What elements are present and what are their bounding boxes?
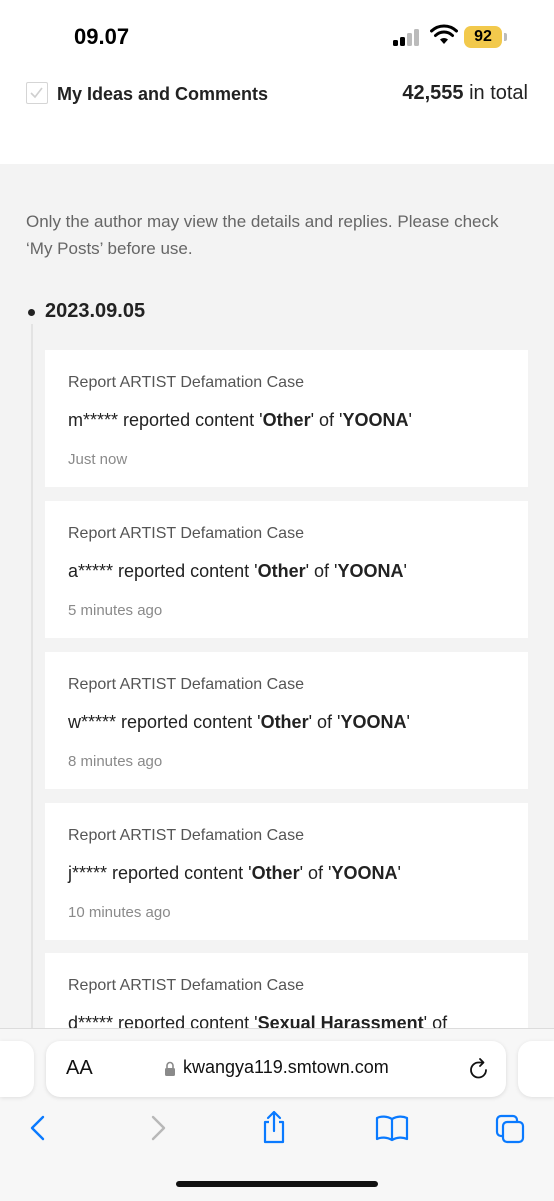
chevron-left-icon[interactable] [28, 1113, 48, 1143]
battery-level: 92 [464, 26, 502, 48]
item-time: 8 minutes ago [68, 753, 163, 770]
item-artist: YOONA [340, 712, 407, 732]
content-area[interactable]: Only the author may view the details and… [0, 164, 554, 1032]
url-text: kwangya119.smtown.com [183, 1057, 389, 1077]
item-user: j***** [68, 863, 108, 883]
home-indicator [176, 1181, 378, 1187]
item-category: Other [260, 712, 309, 732]
item-text-pre: reported content ' [113, 561, 258, 581]
item-category: Other [251, 863, 300, 883]
item-category: Other [262, 410, 311, 430]
reload-icon[interactable] [468, 1057, 490, 1081]
text-size-label: AA [66, 1057, 93, 1079]
section-header: My Ideas and Comments 42,555 in total [0, 72, 554, 164]
item-body: a***** reported content 'Other' of 'YOON… [68, 561, 407, 582]
item-user: m***** [68, 410, 119, 430]
lock-icon [165, 1061, 175, 1076]
select-checkbox[interactable] [26, 82, 48, 104]
section-title: My Ideas and Comments [57, 84, 269, 104]
item-text-mid: ' of ' [305, 561, 338, 581]
list-item[interactable]: Report ARTIST Defamation Case d***** rep… [45, 953, 528, 1032]
item-artist: YOONA [337, 561, 404, 581]
item-text-pre: reported content ' [116, 712, 261, 732]
status-time: 09.07 [74, 24, 130, 49]
item-title: Report ARTIST Defamation Case [68, 525, 304, 542]
item-title: Report ARTIST Defamation Case [68, 676, 304, 693]
item-text-post: ' [397, 863, 401, 883]
item-title: Report ARTIST Defamation Case [68, 827, 304, 844]
address-bar[interactable]: AA kwangya119.smtown.com [46, 1041, 506, 1097]
checkmark-icon [30, 87, 43, 99]
list-item[interactable]: Report ARTIST Defamation Case a***** rep… [45, 501, 528, 638]
status-bar: 09.07 92 [0, 0, 554, 72]
total-count-suffix: in total [463, 82, 528, 104]
wifi-icon [430, 24, 458, 44]
item-body: m***** reported content 'Other' of 'YOON… [68, 410, 412, 431]
item-text-mid: ' of ' [310, 410, 343, 430]
item-body: w***** reported content 'Other' of 'YOON… [68, 712, 410, 733]
book-icon[interactable] [374, 1113, 410, 1143]
item-text-mid: ' of ' [299, 863, 332, 883]
browser-toolbar [0, 1110, 554, 1153]
item-text-mid: ' of ' [308, 712, 341, 732]
list-item[interactable]: Report ARTIST Defamation Case m***** rep… [45, 350, 528, 487]
item-title: Report ARTIST Defamation Case [68, 977, 304, 994]
list-item[interactable]: Report ARTIST Defamation Case j***** rep… [45, 803, 528, 940]
list-item[interactable]: Report ARTIST Defamation Case w***** rep… [45, 652, 528, 789]
item-text-pre: reported content ' [107, 863, 252, 883]
total-count: 42,555 in total [402, 82, 528, 105]
cellular-signal-icon [393, 28, 423, 46]
chevron-right-icon[interactable] [148, 1113, 168, 1143]
item-artist: YOONA [342, 410, 409, 430]
item-text-post: ' [406, 712, 410, 732]
share-icon[interactable] [260, 1109, 288, 1145]
text-size-button[interactable]: AA [66, 1057, 93, 1080]
item-text-post: ' [408, 410, 412, 430]
battery-tip [504, 33, 507, 41]
timeline-dot [28, 309, 35, 316]
item-time: 5 minutes ago [68, 602, 163, 619]
next-tab-preview[interactable] [518, 1041, 554, 1097]
item-time: Just now [68, 451, 128, 468]
item-user: a***** [68, 561, 114, 581]
total-count-number: 42,555 [402, 82, 464, 104]
browser-bottom-bar: AA kwangya119.smtown.com [0, 1028, 554, 1201]
item-time: 10 minutes ago [68, 904, 171, 921]
date-group-label: 2023.09.05 [45, 300, 146, 322]
item-artist: YOONA [331, 863, 398, 883]
tabs-icon[interactable] [494, 1113, 526, 1145]
item-text-pre: reported content ' [118, 410, 263, 430]
previous-tab-preview[interactable] [0, 1041, 34, 1097]
item-user: w***** [68, 712, 117, 732]
item-category: Other [257, 561, 306, 581]
timeline-line [31, 324, 33, 1032]
item-title: Report ARTIST Defamation Case [68, 374, 304, 391]
item-text-post: ' [403, 561, 407, 581]
item-body: j***** reported content 'Other' of 'YOON… [68, 863, 401, 884]
notice-text: Only the author may view the details and… [26, 212, 499, 258]
